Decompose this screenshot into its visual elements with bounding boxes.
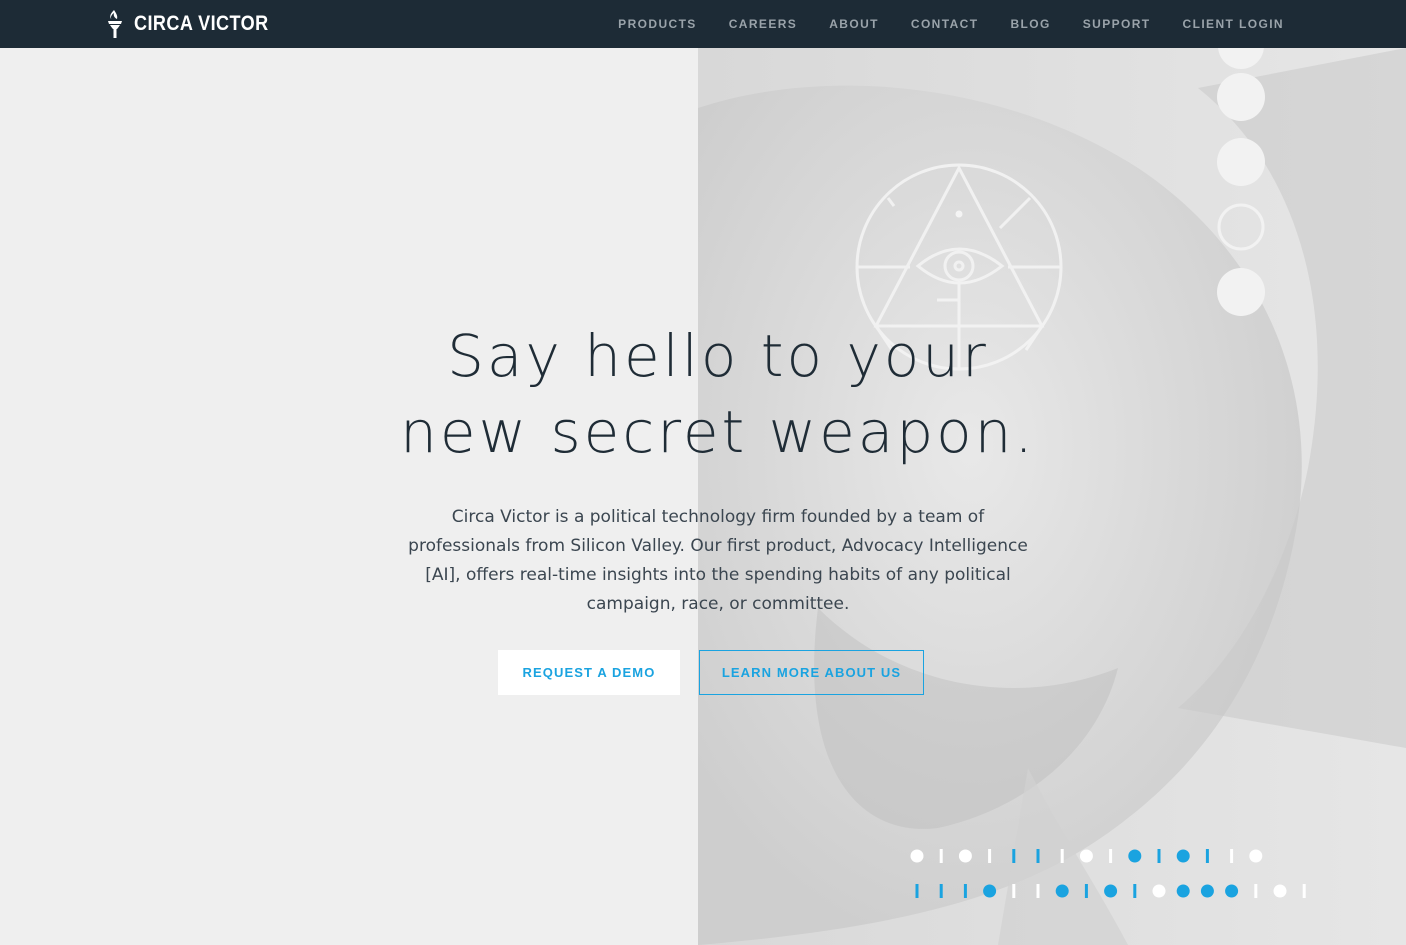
brand-logo-link[interactable]: CIRCA VICTOR xyxy=(106,9,291,39)
pattern-dot xyxy=(1079,849,1093,863)
pattern-bar xyxy=(1133,884,1137,898)
pattern-dot xyxy=(1176,849,1190,863)
pattern-bar xyxy=(1060,849,1064,863)
hero-section: Say hello to your new secret weapon. Cir… xyxy=(380,318,1056,619)
dot-pattern-decoration xyxy=(910,849,1306,898)
pattern-bar xyxy=(1157,849,1161,863)
pattern-bar xyxy=(988,849,992,863)
pattern-dot xyxy=(1200,884,1214,898)
hero-cta-row: REQUEST A DEMO LEARN MORE ABOUT US xyxy=(498,650,924,695)
pattern-dot xyxy=(1225,884,1239,898)
pattern-dot xyxy=(1055,884,1069,898)
pattern-bar xyxy=(1205,849,1209,863)
pattern-bar xyxy=(1084,884,1088,898)
pattern-bar xyxy=(939,884,943,898)
pattern-bar xyxy=(939,849,943,863)
torch-icon xyxy=(108,10,122,38)
pattern-bar xyxy=(1012,849,1016,863)
pattern-bar xyxy=(1230,849,1234,863)
pattern-bar xyxy=(1012,884,1016,898)
pattern-bar xyxy=(1254,884,1258,898)
hero-title-line-2: new secret weapon. xyxy=(400,398,1036,466)
hero-description: Circa Victor is a political technology f… xyxy=(408,507,1028,614)
pattern-dot xyxy=(910,849,924,863)
hero-title-line-1: Say hello to your xyxy=(447,322,989,390)
nav-careers[interactable]: CAREERS xyxy=(729,18,797,30)
pattern-dot xyxy=(1249,849,1263,863)
pattern-dot xyxy=(958,849,972,863)
main-nav: PRODUCTS CAREERS ABOUT CONTACT BLOG SUPP… xyxy=(618,0,1284,48)
nav-about[interactable]: ABOUT xyxy=(829,18,879,30)
brand-name: CIRCA VICTOR xyxy=(134,12,269,35)
pattern-dot xyxy=(1273,884,1287,898)
nav-contact[interactable]: CONTACT xyxy=(911,18,979,30)
learn-more-button[interactable]: LEARN MORE ABOUT US xyxy=(699,650,924,695)
hero-title: Say hello to your new secret weapon. xyxy=(380,318,1056,470)
top-navbar: CIRCA VICTOR PRODUCTS CAREERS ABOUT CONT… xyxy=(0,0,1406,48)
pattern-bar xyxy=(1109,849,1113,863)
pattern-dot xyxy=(1128,849,1142,863)
pattern-bar xyxy=(963,884,967,898)
pattern-dot xyxy=(1152,884,1166,898)
nav-blog[interactable]: BLOG xyxy=(1010,18,1050,30)
vertical-dot-decoration xyxy=(1217,48,1265,316)
nav-products[interactable]: PRODUCTS xyxy=(618,18,697,30)
nav-client-login[interactable]: CLIENT LOGIN xyxy=(1183,18,1284,30)
pattern-dot xyxy=(1104,884,1118,898)
pattern-bar xyxy=(1302,884,1306,898)
pattern-bar xyxy=(1036,849,1040,863)
pattern-bar xyxy=(1036,884,1040,898)
pattern-dot xyxy=(983,884,997,898)
pattern-bar xyxy=(915,884,919,898)
nav-support[interactable]: SUPPORT xyxy=(1083,18,1151,30)
request-demo-button[interactable]: REQUEST A DEMO xyxy=(498,650,680,695)
landing-page: CIRCA VICTOR PRODUCTS CAREERS ABOUT CONT… xyxy=(0,0,1406,945)
pattern-dot xyxy=(1176,884,1190,898)
